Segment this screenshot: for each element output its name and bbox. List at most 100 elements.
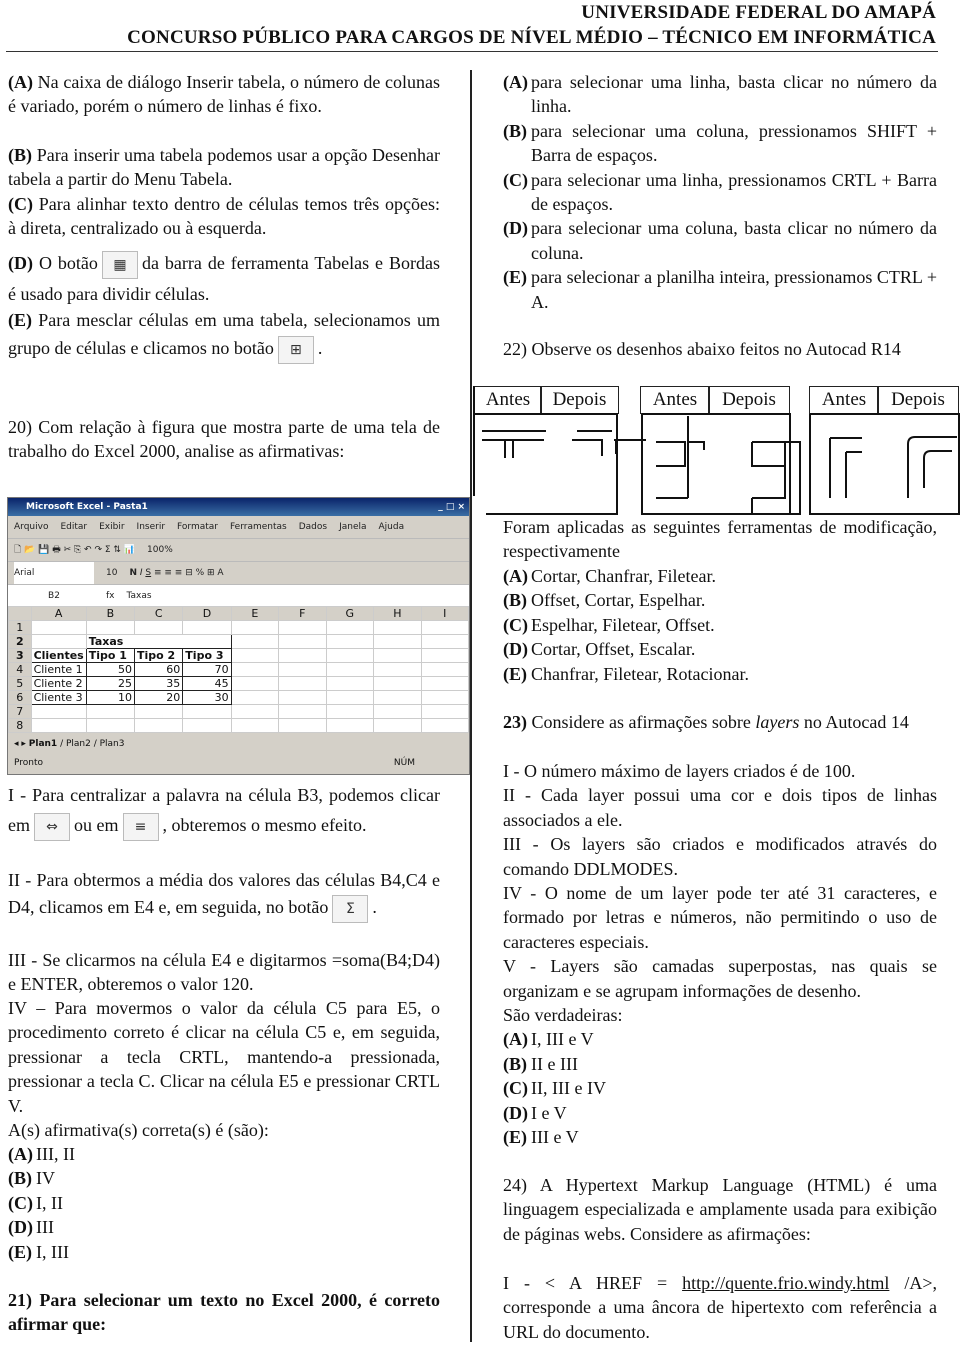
cell[interactable] — [278, 634, 327, 649]
cell[interactable] — [325, 718, 375, 733]
row-header[interactable]: 5 — [8, 676, 32, 691]
cell[interactable] — [278, 690, 327, 705]
column-header[interactable]: G — [325, 606, 375, 621]
column-header[interactable]: B — [85, 606, 136, 621]
cell[interactable]: 50 — [85, 662, 136, 677]
cell[interactable]: Tipo 2 — [134, 648, 184, 663]
cell[interactable] — [230, 648, 280, 663]
column-header[interactable]: H — [373, 606, 422, 621]
cell[interactable] — [420, 676, 469, 691]
fillet-before — [829, 437, 862, 498]
cell[interactable] — [373, 690, 422, 705]
cell[interactable] — [373, 648, 422, 663]
cell[interactable] — [325, 704, 375, 719]
cell[interactable] — [278, 704, 327, 719]
cell[interactable] — [325, 634, 375, 649]
row-header[interactable]: 8 — [8, 718, 32, 733]
cell[interactable] — [278, 662, 327, 677]
cell[interactable] — [230, 690, 280, 705]
cell[interactable] — [230, 704, 280, 719]
cell[interactable] — [420, 662, 469, 677]
cell[interactable] — [30, 718, 87, 733]
q20-options: (A) III, II (B) IV (C) I, II (D) III (E) I, I… — [8, 1144, 75, 1262]
cell[interactable]: Tipo 1 — [85, 648, 136, 663]
cell[interactable] — [373, 662, 422, 677]
cell[interactable] — [85, 718, 136, 733]
cell[interactable] — [325, 648, 375, 663]
row-header[interactable]: 3 — [8, 648, 32, 663]
column-header[interactable]: A — [30, 606, 87, 621]
q19-option-c: (C) Para alinhar texto dentro de células… — [8, 194, 440, 239]
cell[interactable]: Tipo 3 — [182, 648, 232, 663]
cell[interactable] — [85, 704, 136, 719]
cell[interactable] — [85, 620, 136, 635]
q22-stem: 22) Observe os desenhos abaixo feitos no… — [503, 339, 901, 359]
cell[interactable] — [325, 620, 375, 635]
cell[interactable] — [182, 704, 232, 719]
cell[interactable] — [182, 718, 232, 733]
cell[interactable] — [278, 620, 327, 635]
row-header[interactable]: 2 — [8, 634, 32, 649]
cell[interactable] — [420, 704, 469, 719]
cell[interactable] — [134, 620, 184, 635]
column-header[interactable]: E — [230, 606, 280, 621]
cell[interactable] — [230, 620, 280, 635]
cell[interactable] — [278, 648, 327, 663]
cell[interactable] — [373, 718, 422, 733]
excel-title-bar: Microsoft Excel - Pasta1 _ □ × — [8, 498, 469, 516]
cell[interactable] — [325, 662, 375, 677]
cell[interactable] — [373, 620, 422, 635]
cell[interactable]: Taxas — [85, 634, 232, 649]
cell[interactable] — [278, 718, 327, 733]
row-header[interactable]: 7 — [8, 704, 32, 719]
cell[interactable] — [325, 676, 375, 691]
column-headers: ABCDEFGHI — [8, 606, 469, 621]
cell[interactable] — [30, 704, 87, 719]
cell[interactable]: 10 — [85, 690, 136, 705]
cell[interactable] — [278, 676, 327, 691]
cell[interactable] — [325, 690, 375, 705]
cell[interactable] — [373, 676, 422, 691]
cell[interactable]: 20 — [134, 690, 184, 705]
column-header[interactable]: C — [134, 606, 184, 621]
fillet-after — [907, 436, 957, 498]
q23-item: III - Os layers são criados e modificado… — [503, 834, 937, 879]
q23-item: V - Layers são camadas superpostas, nas … — [503, 956, 937, 1001]
offset-after — [751, 441, 801, 515]
row-header[interactable]: 4 — [8, 662, 32, 677]
cell[interactable] — [420, 718, 469, 733]
cell[interactable]: 60 — [134, 662, 184, 677]
cell[interactable]: 45 — [182, 676, 232, 691]
cell[interactable]: 30 — [182, 690, 232, 705]
cell[interactable]: 70 — [182, 662, 232, 677]
cell[interactable]: 35 — [134, 676, 184, 691]
cell[interactable] — [420, 634, 469, 649]
cell[interactable] — [182, 620, 232, 635]
cell[interactable] — [420, 620, 469, 635]
link-url[interactable]: http://quente.frio.windy.html — [682, 1273, 889, 1293]
cell[interactable]: Cliente 3 — [30, 690, 87, 705]
column-header[interactable]: D — [182, 606, 232, 621]
cell[interactable] — [373, 704, 422, 719]
cell[interactable] — [30, 634, 87, 649]
cell[interactable]: 25 — [85, 676, 136, 691]
q20-stem: 20) Com relação à figura que mostra part… — [8, 417, 440, 462]
cell[interactable] — [134, 704, 184, 719]
row-header[interactable]: 6 — [8, 690, 32, 705]
cell[interactable] — [134, 718, 184, 733]
cell[interactable] — [30, 620, 87, 635]
column-header[interactable]: F — [278, 606, 327, 621]
cell[interactable] — [230, 718, 280, 733]
cell[interactable] — [230, 676, 280, 691]
row-header[interactable]: 1 — [8, 620, 32, 635]
excel-row: 4 Cliente 1 50 60 70 — [8, 662, 469, 677]
cell[interactable] — [230, 662, 280, 677]
cell[interactable] — [230, 634, 280, 649]
cell[interactable]: Clientes — [30, 648, 87, 663]
column-header[interactable]: I — [420, 606, 469, 621]
cell[interactable] — [420, 690, 469, 705]
cell[interactable]: Cliente 1 — [30, 662, 87, 677]
cell[interactable]: Cliente 2 — [30, 676, 87, 691]
cell[interactable] — [420, 648, 469, 663]
cell[interactable] — [373, 634, 422, 649]
